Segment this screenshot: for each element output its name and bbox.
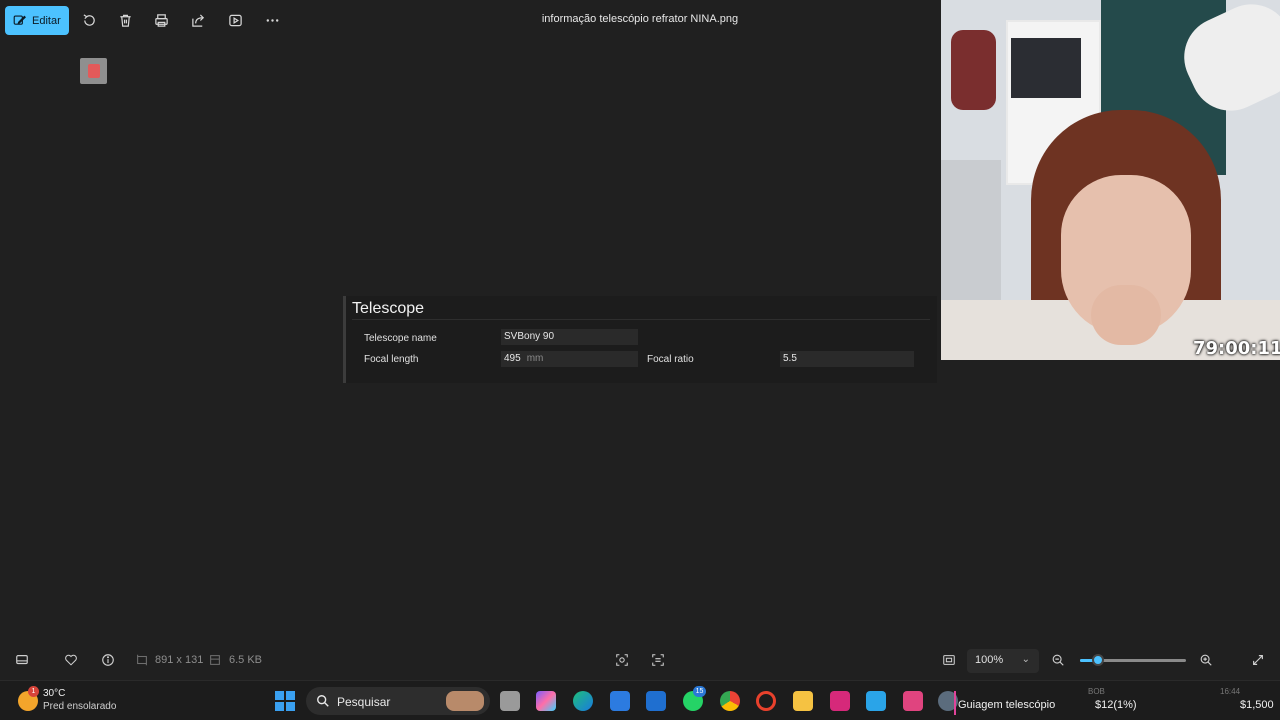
fit-to-window-icon[interactable]	[941, 652, 957, 668]
section-title: Telescope	[352, 300, 425, 317]
focal-ratio-value: 5.5	[783, 353, 797, 364]
whatsapp-badge: 15	[693, 686, 706, 697]
active-window-indicator	[954, 691, 956, 715]
delete-icon[interactable]	[116, 11, 134, 29]
edit-button-label: Editar	[32, 14, 61, 27]
zoom-level: 100%	[975, 654, 1004, 666]
visual-search-icon[interactable]	[614, 652, 630, 668]
faint-widget-text-1: BOB	[1088, 687, 1105, 696]
search-highlight-image	[446, 691, 484, 711]
zoom-level-dropdown[interactable]: 100% ⌄	[967, 649, 1039, 673]
app-cube-icon[interactable]	[646, 691, 666, 711]
search-icon	[317, 695, 329, 707]
widget-value-1: $12(1%)	[1095, 699, 1137, 711]
telescope-name-field: SVBony 90	[501, 329, 638, 345]
taskbar-search[interactable]: Pesquisar	[306, 687, 490, 715]
focal-ratio-field: 5.5	[780, 351, 914, 367]
store-icon[interactable]	[610, 691, 630, 711]
focal-length-value: 495	[504, 353, 521, 364]
books	[1011, 38, 1081, 98]
text-scan-icon[interactable]	[650, 652, 666, 668]
image-dimensions: 891 x 131	[155, 654, 204, 666]
edit-icon	[13, 15, 26, 25]
telescope-name-value: SVBony 90	[504, 331, 555, 342]
windows-start-icon[interactable]	[275, 691, 295, 711]
fullscreen-icon[interactable]	[1250, 652, 1266, 668]
opera-icon[interactable]	[756, 691, 776, 711]
blue-app-icon[interactable]	[866, 691, 886, 711]
file-title: informação telescópio refrator NINA.png	[541, 13, 739, 25]
zoom-slider-thumb[interactable]	[1092, 654, 1104, 666]
widget-value-2: $1,500	[1240, 699, 1274, 711]
filmstrip-icon[interactable]	[14, 652, 30, 668]
dimensions-icon	[134, 652, 150, 668]
nina-app-icon[interactable]	[903, 691, 923, 711]
search-placeholder: Pesquisar	[337, 695, 391, 709]
pink-app-icon[interactable]	[830, 691, 850, 711]
wall-decoration	[951, 30, 996, 110]
more-icon[interactable]	[263, 11, 281, 29]
chrome-icon[interactable]	[720, 691, 740, 711]
weather-badge: 1	[28, 686, 39, 697]
weather-temperature[interactable]: 30°C	[43, 688, 65, 699]
widget-label[interactable]: Guiagem telescópio	[958, 699, 1055, 711]
faint-widget-text-2: 16:44	[1220, 687, 1241, 696]
edit-button[interactable]: Editar	[5, 6, 69, 35]
zoom-out-icon[interactable]	[1050, 652, 1066, 668]
focal-length-field: 495 mm	[501, 351, 638, 367]
displayed-image: Telescope Telescope name SVBony 90 Focal…	[343, 296, 937, 383]
webcam-overlay: 79:00:11	[941, 0, 1280, 360]
stream-timer: 79:00:11	[1193, 338, 1280, 359]
task-view-icon[interactable]	[500, 691, 520, 711]
file-size: 6.5 KB	[229, 654, 263, 666]
windows-taskbar: 1 30°C Pred ensolarado Pesquisar 15 BOB …	[0, 680, 1280, 720]
copilot-icon[interactable]	[536, 691, 556, 711]
favorite-icon[interactable]	[63, 652, 79, 668]
file-size-icon	[207, 652, 223, 668]
photos-app-window: Editar informação telescópio refrator NI…	[0, 0, 1280, 720]
zoom-in-icon[interactable]	[1198, 652, 1214, 668]
info-icon[interactable]	[100, 652, 116, 668]
file-thumbnail[interactable]	[80, 58, 107, 84]
divider	[352, 319, 930, 320]
app-file-icon	[87, 64, 100, 78]
person-hand	[1091, 285, 1161, 345]
bottom-status-bar: 891 x 131 6.5 KB 100% ⌄	[0, 640, 1280, 680]
telescope-name-label: Telescope name	[364, 333, 437, 344]
share-icon[interactable]	[189, 11, 207, 29]
focal-ratio-label: Focal ratio	[647, 354, 694, 365]
print-icon[interactable]	[152, 11, 170, 29]
edge-icon[interactable]	[573, 691, 593, 711]
file-explorer-icon[interactable]	[793, 691, 813, 711]
rotate-icon[interactable]	[80, 11, 98, 29]
top-toolbar: Editar informação telescópio refrator NI…	[0, 0, 940, 40]
chevron-down-icon: ⌄	[1021, 654, 1030, 665]
focal-length-label: Focal length	[364, 354, 419, 365]
slideshow-icon[interactable]	[226, 11, 244, 29]
weather-description[interactable]: Pred ensolarado	[43, 701, 116, 712]
focal-length-unit: mm	[526, 353, 544, 364]
